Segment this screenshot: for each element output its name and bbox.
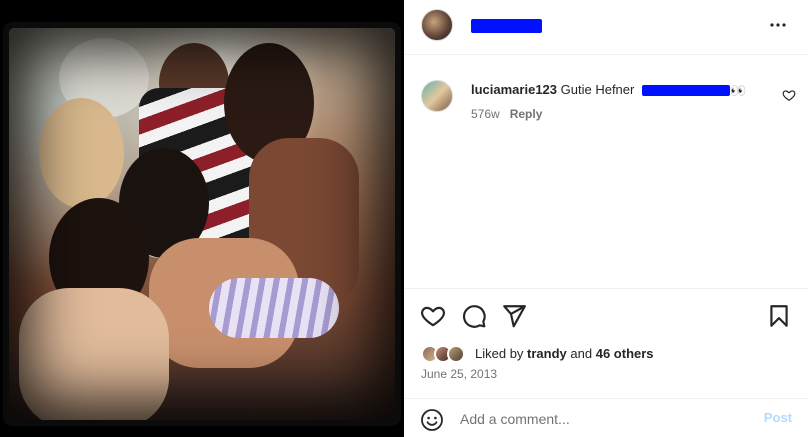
post-date[interactable]: June 25, 2013 — [421, 367, 497, 381]
commenter-avatar[interactable] — [421, 80, 453, 112]
eyes-emoji: 👀 — [729, 82, 747, 98]
author-username-redacted[interactable] — [471, 19, 542, 33]
comment-like-heart-icon[interactable] — [782, 88, 796, 102]
liker-avatars[interactable] — [421, 344, 471, 364]
photo-vignette — [9, 28, 395, 420]
post-comment-button[interactable]: Post — [764, 410, 792, 425]
liker-username[interactable]: trandy — [527, 346, 567, 361]
commenter-username[interactable]: luciamarie123 — [471, 82, 557, 97]
post-photo[interactable] — [9, 28, 395, 420]
author-avatar[interactable] — [421, 9, 453, 41]
others-link[interactable]: 46 others — [596, 346, 654, 361]
post-header — [404, 0, 808, 55]
comment-text: luciamarie123 Gutie Hefner 👀 — [471, 81, 746, 100]
comment-item: luciamarie123 Gutie Hefner 👀 576w Reply — [404, 70, 808, 130]
liker-avatar — [447, 345, 465, 363]
instagram-post-dialog: luciamarie123 Gutie Hefner 👀 576w Reply — [0, 0, 808, 437]
photo-frame — [3, 22, 401, 426]
bookmark-icon[interactable] — [766, 303, 792, 329]
comment-body: Gutie Hefner — [560, 82, 635, 97]
comment-input[interactable] — [460, 407, 750, 431]
comment-bubble-icon[interactable] — [461, 303, 487, 329]
post-actions: Liked by trandy and 46 others June 25, 2… — [404, 288, 808, 398]
comment-redacted-text — [641, 85, 730, 97]
heart-icon[interactable] — [420, 303, 446, 329]
emoji-smiley-icon[interactable] — [420, 408, 444, 432]
comment-age: 576w — [471, 107, 500, 121]
likes-text: Liked by trandy and 46 others — [475, 346, 654, 361]
reply-button[interactable]: Reply — [510, 107, 543, 121]
likes-conjunction: and — [570, 346, 593, 361]
more-horizontal-icon[interactable] — [768, 15, 788, 35]
post-media-pane — [0, 0, 404, 437]
comment-meta: 576w Reply — [471, 107, 542, 121]
likes-prefix: Liked by — [475, 346, 524, 361]
paper-plane-icon[interactable] — [501, 303, 527, 329]
add-comment-bar: Post — [404, 398, 808, 437]
post-details-panel: luciamarie123 Gutie Hefner 👀 576w Reply — [404, 0, 808, 437]
